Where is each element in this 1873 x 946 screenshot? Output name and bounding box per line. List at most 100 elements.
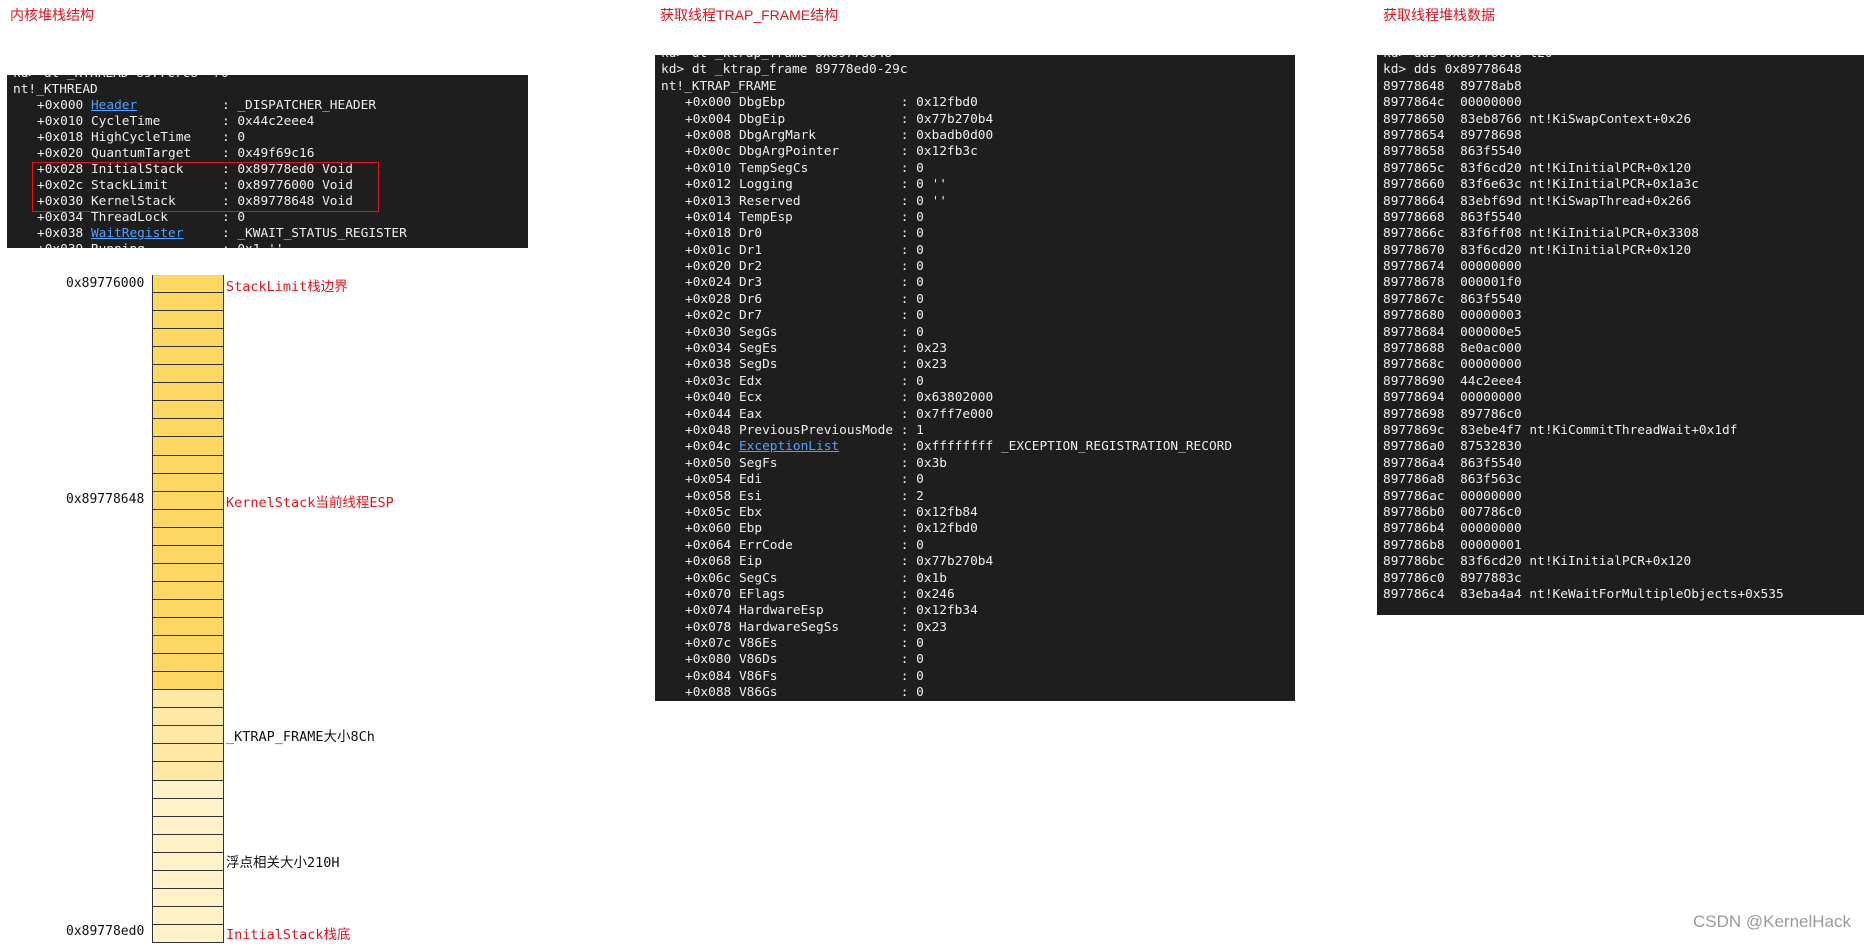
dump-value: 00000001 bbox=[1460, 537, 1522, 553]
field-offset: +0x050 bbox=[685, 455, 732, 471]
field-name: Eax bbox=[738, 406, 763, 422]
stack-dump-terminal: kd> dds 0x89778648 l20kd> dds 0x89778648… bbox=[1377, 55, 1864, 615]
stack-cell bbox=[152, 672, 224, 691]
field-value: : 0x12fb84 bbox=[900, 504, 978, 520]
dump-value: 00000000 bbox=[1460, 521, 1522, 537]
stack-cell bbox=[152, 636, 224, 655]
struct-field-row: +0x068 Eip : 0x77b270b4 bbox=[655, 554, 1295, 570]
stack-cell bbox=[152, 618, 224, 637]
struct-field-row: +0x00c DbgArgPointer : 0x12fb3c bbox=[655, 144, 1295, 160]
field-value: : 0 bbox=[900, 537, 924, 553]
dump-address: 89778678 bbox=[1383, 275, 1445, 291]
stack-fields-highlight-box bbox=[32, 162, 379, 212]
dump-row: 89778678 000001f0 bbox=[1377, 275, 1864, 291]
terminal-partial-line: kd> dt _KTHREAD 8977c7c8 -r0 bbox=[7, 75, 528, 82]
field-value: : 0 bbox=[900, 636, 924, 652]
struct-field-row: +0x024 Dr3 : 0 bbox=[655, 275, 1295, 291]
dump-symbol: nt!KeWaitForMultipleObjects+0x535 bbox=[1529, 586, 1784, 602]
field-name: V86Es bbox=[738, 636, 778, 652]
struct-field-row: +0x014 TempEsp : 0 bbox=[655, 210, 1295, 226]
field-offset: +0x000 bbox=[37, 98, 84, 113]
stack-cell bbox=[152, 365, 224, 384]
struct-field-row: +0x038 WaitRegister : _KWAIT_STATUS_REGI… bbox=[7, 226, 528, 242]
field-offset: +0x030 bbox=[685, 324, 732, 340]
field-offset: +0x07c bbox=[685, 636, 732, 652]
field-name: Esi bbox=[738, 488, 763, 504]
stack-cell bbox=[152, 329, 224, 348]
stack-cell bbox=[152, 852, 224, 871]
stack-cell bbox=[152, 888, 224, 907]
field-name: Eip bbox=[738, 554, 763, 570]
field-name: V86Gs bbox=[738, 685, 778, 701]
struct-field-row: +0x084 V86Fs : 0 bbox=[655, 669, 1295, 685]
struct-field-row: +0x004 DbgEip : 0x77b270b4 bbox=[655, 112, 1295, 128]
dump-address: 897786bc bbox=[1383, 554, 1445, 570]
dump-row: 897786c4 83eba4a4 nt!KeWaitForMultipleOb… bbox=[1377, 587, 1864, 603]
dump-value: 00000000 bbox=[1460, 259, 1522, 275]
field-value: : 0 bbox=[900, 373, 924, 389]
stack-cell bbox=[152, 744, 224, 763]
terminal-type-line: nt!_KTHREAD bbox=[13, 82, 98, 97]
field-value: : 0x77b270b4 bbox=[900, 554, 994, 570]
dump-value: 83f6e63c bbox=[1460, 177, 1522, 193]
dump-row: 89778680 00000003 bbox=[1377, 308, 1864, 324]
field-name: Running bbox=[91, 242, 145, 248]
struct-field-row: +0x07c V86Es : 0 bbox=[655, 636, 1295, 652]
dump-value: 87532830 bbox=[1460, 439, 1522, 455]
dump-row: 89778670 83f6cd20 nt!KiInitialPCR+0x120 bbox=[1377, 243, 1864, 259]
stack-cell bbox=[152, 491, 224, 510]
struct-field-row: +0x054 Edi : 0 bbox=[655, 472, 1295, 488]
kernel-stack-address: 0x89778648 bbox=[66, 492, 145, 507]
struct-field-row: +0x038 SegDs : 0x23 bbox=[655, 357, 1295, 373]
dump-value: 897786c0 bbox=[1460, 406, 1522, 422]
dump-row: 897786a4 863f5540 bbox=[1377, 456, 1864, 472]
field-name: V86Fs bbox=[738, 668, 778, 684]
field-value: : 0x12fb3c bbox=[900, 144, 978, 160]
field-value: : 0x12fbd0 bbox=[900, 521, 978, 537]
stack-cell bbox=[152, 816, 224, 835]
dump-symbol: nt!KiInitialPCR+0x120 bbox=[1529, 160, 1692, 176]
field-name: HighCycleTime bbox=[90, 130, 192, 145]
field-name: ErrCode bbox=[738, 537, 793, 553]
stack-cell bbox=[152, 383, 224, 402]
field-name-link[interactable]: ExceptionList bbox=[739, 439, 839, 454]
field-value: : 0 '' bbox=[900, 177, 947, 193]
struct-field-row: +0x048 PreviousPreviousMode : 1 bbox=[655, 423, 1295, 439]
field-value: : 0x1b bbox=[900, 570, 947, 586]
dump-value: 863f563c bbox=[1460, 472, 1522, 488]
struct-field-row: +0x058 Esi : 2 bbox=[655, 489, 1295, 505]
field-value: : 0x49f69c16 bbox=[221, 146, 315, 161]
field-offset: +0x088 bbox=[685, 685, 732, 701]
dump-value: 863f5540 bbox=[1460, 209, 1522, 225]
stack-cell bbox=[152, 401, 224, 420]
field-offset: +0x020 bbox=[37, 146, 84, 161]
dump-row: 89778664 83ebf69d nt!KiSwapThread+0x266 bbox=[1377, 194, 1864, 210]
struct-field-row: +0x012 Logging : 0 '' bbox=[655, 177, 1295, 193]
field-offset: +0x044 bbox=[685, 406, 732, 422]
stack-cell bbox=[152, 708, 224, 727]
field-name-link[interactable]: WaitRegister bbox=[91, 226, 183, 241]
initial-stack-label: InitialStack栈底 bbox=[226, 927, 351, 943]
stack-cell bbox=[152, 762, 224, 781]
dump-row: 89778668 863f5540 bbox=[1377, 210, 1864, 226]
struct-field-row: +0x039 Running : 0x1 '' bbox=[7, 242, 528, 248]
field-offset: +0x04c bbox=[685, 439, 732, 455]
field-value: : 0 bbox=[900, 308, 924, 324]
field-value: : 0x23 bbox=[900, 357, 947, 373]
field-offset: +0x013 bbox=[685, 193, 732, 209]
stack-cell bbox=[152, 906, 224, 925]
dump-address: 8977867c bbox=[1383, 291, 1445, 307]
struct-field-row: +0x04c ExceptionList : 0xffffffff _EXCEP… bbox=[655, 439, 1295, 455]
field-name-link[interactable]: Header bbox=[91, 98, 137, 113]
field-value: : 0x77b270b4 bbox=[900, 111, 994, 127]
field-name: Dr6 bbox=[738, 291, 763, 307]
dump-value: 8977883c bbox=[1460, 570, 1522, 586]
field-offset: +0x039 bbox=[37, 242, 83, 248]
dump-address: 897786a0 bbox=[1383, 439, 1445, 455]
field-offset: +0x024 bbox=[685, 275, 732, 291]
field-name: ThreadLock bbox=[90, 210, 168, 225]
dump-address: 89778668 bbox=[1383, 209, 1445, 225]
terminal-type-line: nt!_KTRAP_FRAME bbox=[661, 78, 777, 94]
dump-address: 8977864c bbox=[1383, 95, 1445, 111]
stack-cell bbox=[152, 293, 224, 312]
